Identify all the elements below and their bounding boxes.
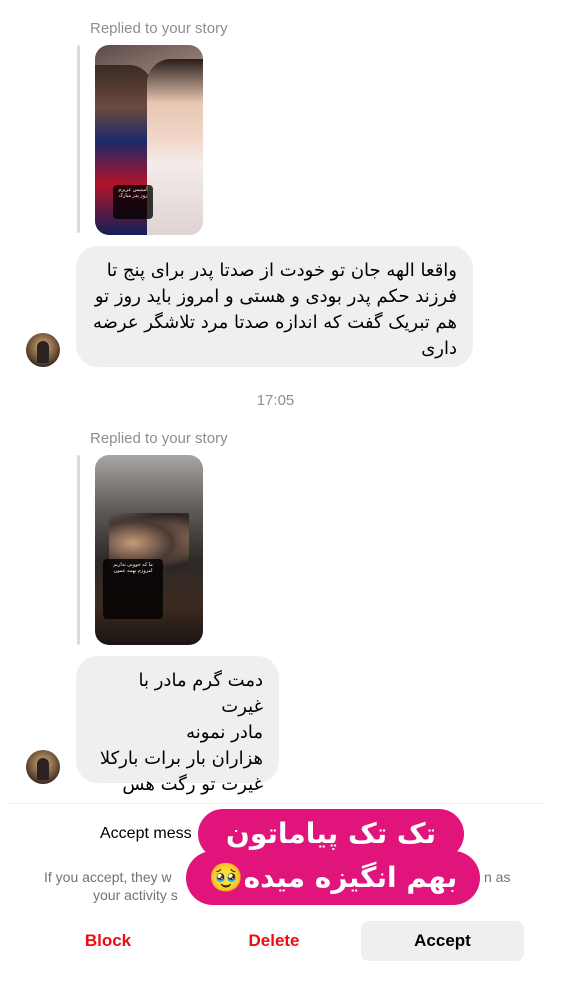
timestamp: 17:05 xyxy=(256,392,295,409)
sender-avatar[interactable] xyxy=(26,333,60,367)
story-person-woman xyxy=(147,59,203,235)
accept-button[interactable]: Accept xyxy=(361,921,524,961)
message-bubble[interactable]: دمت گرم مادر با غیرت مادر نمونه هزاران ب… xyxy=(76,656,279,795)
avatar-figure xyxy=(37,758,49,780)
delete-button[interactable]: Delete xyxy=(228,931,320,951)
avatar-figure xyxy=(37,341,49,363)
story-thumbnail[interactable]: آمیتیس عزیزم روز پدر مبارک xyxy=(95,45,203,235)
sticker-line-2-text: بهم انگیزه میده xyxy=(243,861,458,894)
sender-avatar[interactable] xyxy=(26,750,60,784)
story-caption: آمیتیس عزیزم روز پدر مبارک xyxy=(113,185,153,219)
sticker-line-2: بهم انگیزه میده🥹 xyxy=(186,851,480,905)
story-thumbnail[interactable]: ما که جوونی نداریم امروزم بهمه عمون xyxy=(95,455,203,645)
quote-bar xyxy=(77,455,80,645)
divider xyxy=(8,803,543,804)
story-caption: ما که جوونی نداریم امروزم بهمه عمون xyxy=(103,559,163,619)
accept-info-text-2: your activity s xyxy=(93,887,178,903)
pleading-face-emoji-icon: 🥹 xyxy=(208,861,244,894)
replied-to-story-label: Replied to your story xyxy=(90,20,228,37)
accept-info-text-end: n as xyxy=(484,869,511,885)
replied-to-story-label: Replied to your story xyxy=(90,430,228,447)
message-bubble[interactable]: واقعا الهه جان تو خودت از صدتا پدر برای … xyxy=(76,246,473,367)
block-button[interactable]: Block xyxy=(62,931,154,951)
accept-prompt: Accept mess xyxy=(100,825,192,842)
accept-info-text: If you accept, they w xyxy=(44,869,172,885)
quote-bar xyxy=(77,45,80,233)
